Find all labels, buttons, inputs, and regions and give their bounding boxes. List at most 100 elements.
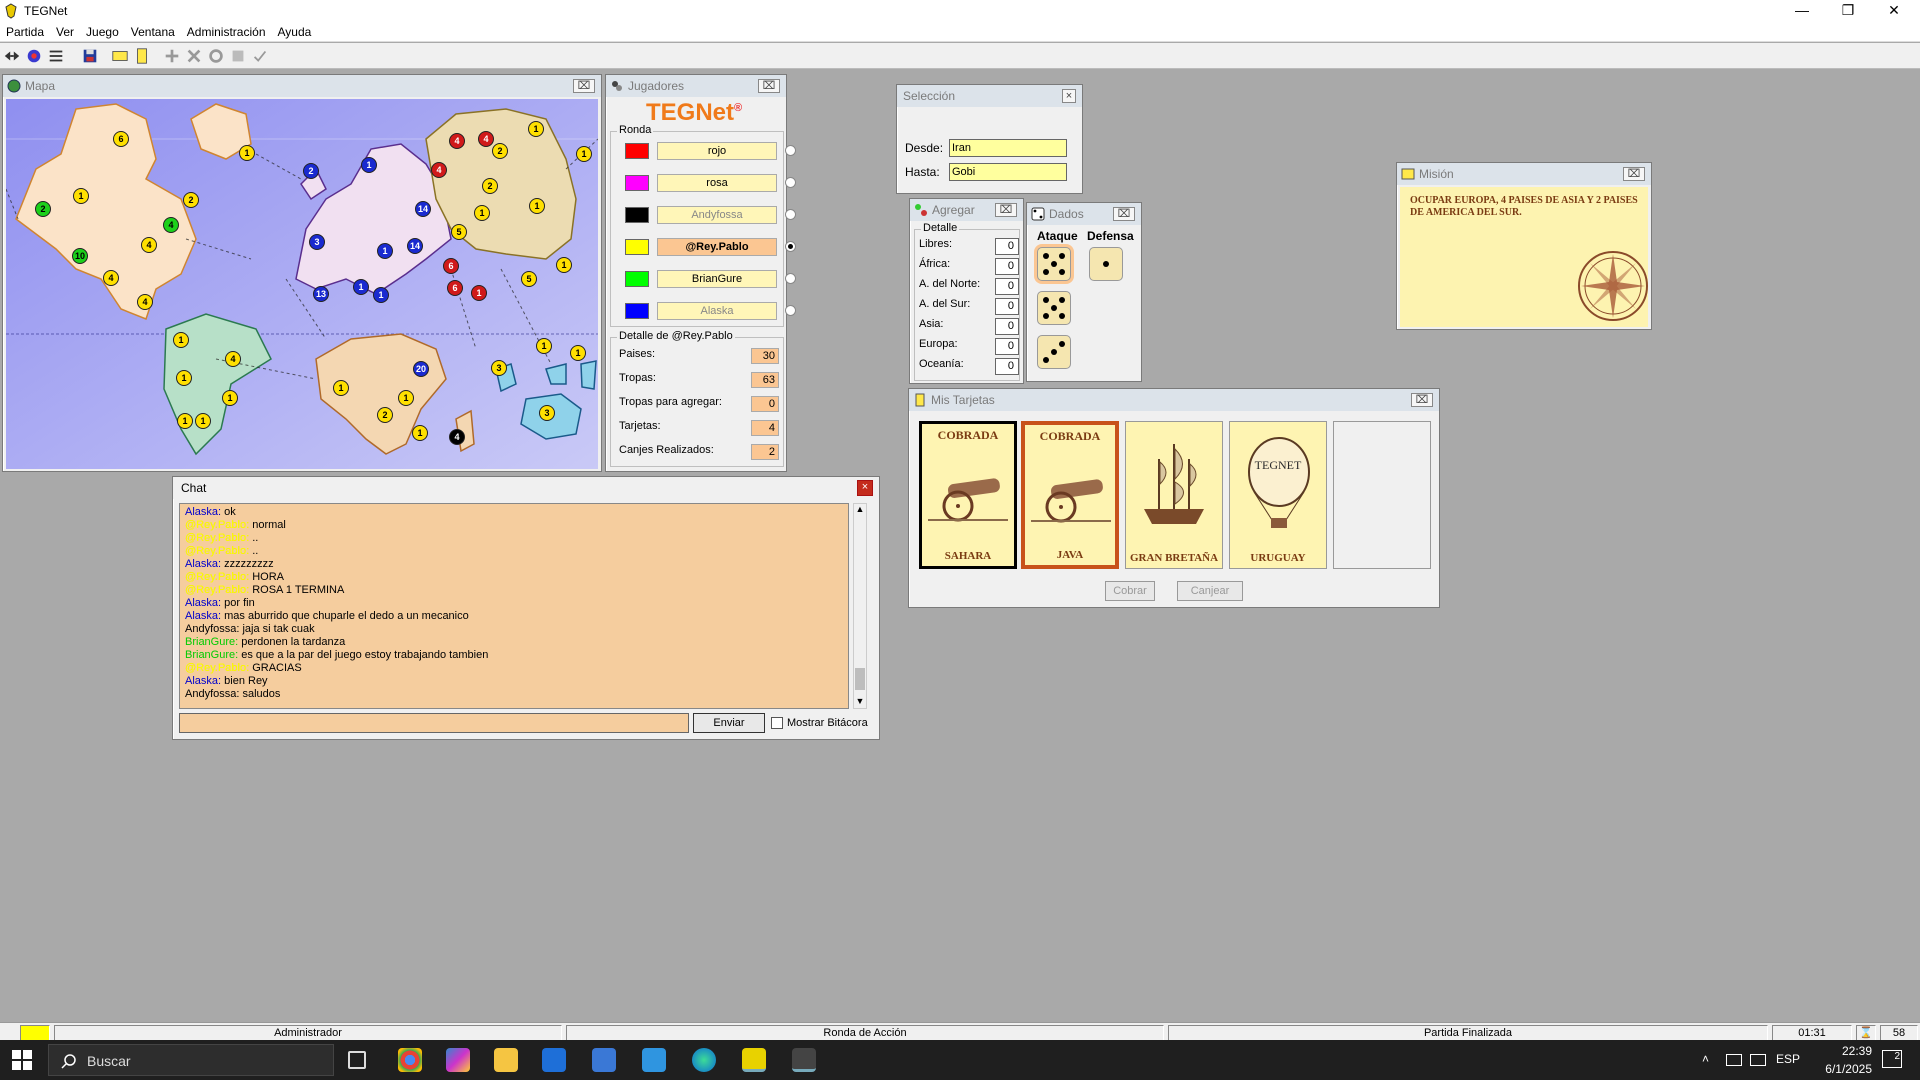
menu-partida[interactable]: Partida (0, 22, 50, 42)
player-row[interactable]: @Rey.Pablo (619, 238, 796, 256)
army-marker[interactable]: 2 (303, 163, 319, 179)
army-marker[interactable]: 2 (35, 201, 51, 217)
add-window-titlebar[interactable]: Agregar ⌧ (910, 199, 1023, 221)
army-marker[interactable]: 4 (478, 131, 494, 147)
close-button[interactable]: ✕ (1872, 0, 1916, 22)
army-marker[interactable]: 3 (309, 234, 325, 250)
network-icon[interactable] (1726, 1054, 1742, 1066)
army-marker[interactable]: 4 (141, 237, 157, 253)
chat-scrollbar[interactable]: ▲ ▼ (853, 503, 867, 709)
world-map[interactable]: 6121 241044421143111413 14 4466 111221515114… (6, 99, 598, 469)
mission-window-titlebar[interactable]: Misión ⌧ (1397, 163, 1651, 185)
store-icon[interactable] (542, 1048, 566, 1072)
army-marker[interactable]: 1 (471, 285, 487, 301)
dice-close-button[interactable]: ⌧ (1113, 207, 1135, 221)
army-marker[interactable]: 1 (222, 390, 238, 406)
exchange-button[interactable]: Canjear (1177, 581, 1243, 601)
cards-close-button[interactable]: ⌧ (1411, 393, 1433, 407)
army-marker[interactable]: 5 (521, 271, 537, 287)
add-value[interactable]: 0 (995, 238, 1019, 255)
file-explorer-icon[interactable] (494, 1048, 518, 1072)
card-uruguay[interactable]: TEGNET URUGUAY (1229, 421, 1327, 569)
army-marker[interactable]: 4 (225, 351, 241, 367)
army-marker[interactable]: 14 (407, 238, 423, 254)
selection-window-titlebar[interactable]: Selección × (897, 85, 1082, 107)
army-marker[interactable]: 6 (113, 131, 129, 147)
army-marker[interactable]: 1 (333, 380, 349, 396)
army-marker[interactable]: 1 (377, 243, 393, 259)
army-marker[interactable]: 1 (361, 157, 377, 173)
chat-close-button[interactable]: × (857, 480, 873, 496)
player-icon[interactable] (24, 46, 44, 66)
mail-icon[interactable] (592, 1048, 616, 1072)
to-field[interactable]: Gobi (949, 163, 1067, 181)
player-radio[interactable] (785, 209, 796, 220)
attack-icon[interactable] (162, 46, 182, 66)
tool-taskbar-icon[interactable] (792, 1048, 816, 1072)
army-marker[interactable]: 3 (539, 405, 555, 421)
player-radio[interactable] (785, 241, 796, 252)
add-value[interactable]: 0 (995, 298, 1019, 315)
army-marker[interactable]: 14 (415, 201, 431, 217)
army-marker[interactable]: 1 (556, 257, 572, 273)
army-marker[interactable]: 1 (536, 338, 552, 354)
army-marker[interactable]: 1 (529, 198, 545, 214)
army-marker[interactable]: 2 (377, 407, 393, 423)
army-marker[interactable]: 1 (353, 279, 369, 295)
mission-icon[interactable] (132, 46, 152, 66)
add-value[interactable]: 0 (995, 278, 1019, 295)
army-marker[interactable]: 4 (449, 133, 465, 149)
add-value[interactable]: 0 (995, 258, 1019, 275)
army-marker[interactable]: 2 (482, 178, 498, 194)
add-close-button[interactable]: ⌧ (995, 203, 1017, 217)
army-marker[interactable]: 5 (451, 224, 467, 240)
army-marker[interactable]: 1 (474, 205, 490, 221)
players-close-button[interactable]: ⌧ (758, 79, 780, 93)
army-marker[interactable]: 2 (183, 192, 199, 208)
army-marker[interactable]: 1 (177, 413, 193, 429)
player-radio[interactable] (785, 177, 796, 188)
army-marker[interactable]: 6 (447, 280, 463, 296)
army-marker[interactable]: 4 (163, 217, 179, 233)
card-gran-bretana[interactable]: GRAN BRETAÑA (1125, 421, 1223, 569)
player-row[interactable]: Alaska (619, 302, 796, 320)
player-row[interactable]: Andyfossa (619, 206, 796, 224)
notification-icon[interactable]: 2 (1882, 1050, 1902, 1068)
card-icon[interactable] (110, 46, 130, 66)
players-window-titlebar[interactable]: Jugadores ⌧ (606, 75, 786, 97)
army-marker[interactable]: 4 (137, 294, 153, 310)
army-marker[interactable]: 1 (398, 390, 414, 406)
chevron-up-icon[interactable]: ˄ (1702, 1052, 1709, 1066)
taskbar-search-box[interactable]: Buscar (48, 1044, 334, 1076)
collect-button[interactable]: Cobrar (1105, 581, 1155, 601)
army-marker[interactable]: 2 (492, 143, 508, 159)
windows-start-icon[interactable] (12, 1050, 32, 1070)
move-icon[interactable] (206, 46, 226, 66)
map-close-button[interactable]: ⌧ (573, 79, 595, 93)
menu-ver[interactable]: Ver (50, 22, 80, 42)
army-marker[interactable]: 1 (570, 345, 586, 361)
map-window-titlebar[interactable]: Mapa ⌧ (3, 75, 601, 97)
army-marker[interactable]: 4 (103, 270, 119, 286)
army-marker[interactable]: 13 (313, 286, 329, 302)
cards-window-titlebar[interactable]: Mis Tarjetas ⌧ (909, 389, 1439, 411)
army-marker[interactable]: 6 (443, 258, 459, 274)
check-icon[interactable] (250, 46, 270, 66)
minimize-button[interactable]: — (1780, 0, 1824, 22)
clock-date[interactable]: 6/1/2025 (1806, 1062, 1872, 1076)
clock-time[interactable]: 22:39 (1822, 1044, 1872, 1058)
army-marker[interactable]: 10 (72, 248, 88, 264)
army-marker[interactable]: 20 (413, 361, 429, 377)
chat-input[interactable] (179, 713, 689, 733)
menu-juego[interactable]: Juego (80, 22, 125, 42)
mission-close-button[interactable]: ⌧ (1623, 167, 1645, 181)
copilot-icon[interactable] (446, 1048, 470, 1072)
army-marker[interactable]: 1 (195, 413, 211, 429)
army-marker[interactable]: 4 (431, 162, 447, 178)
player-row[interactable]: rojo (619, 142, 796, 160)
add-value[interactable]: 0 (995, 318, 1019, 335)
list-icon[interactable] (46, 46, 66, 66)
army-marker[interactable]: 3 (491, 360, 507, 376)
army-marker[interactable]: 1 (412, 425, 428, 441)
send-button[interactable]: Enviar (693, 713, 765, 733)
